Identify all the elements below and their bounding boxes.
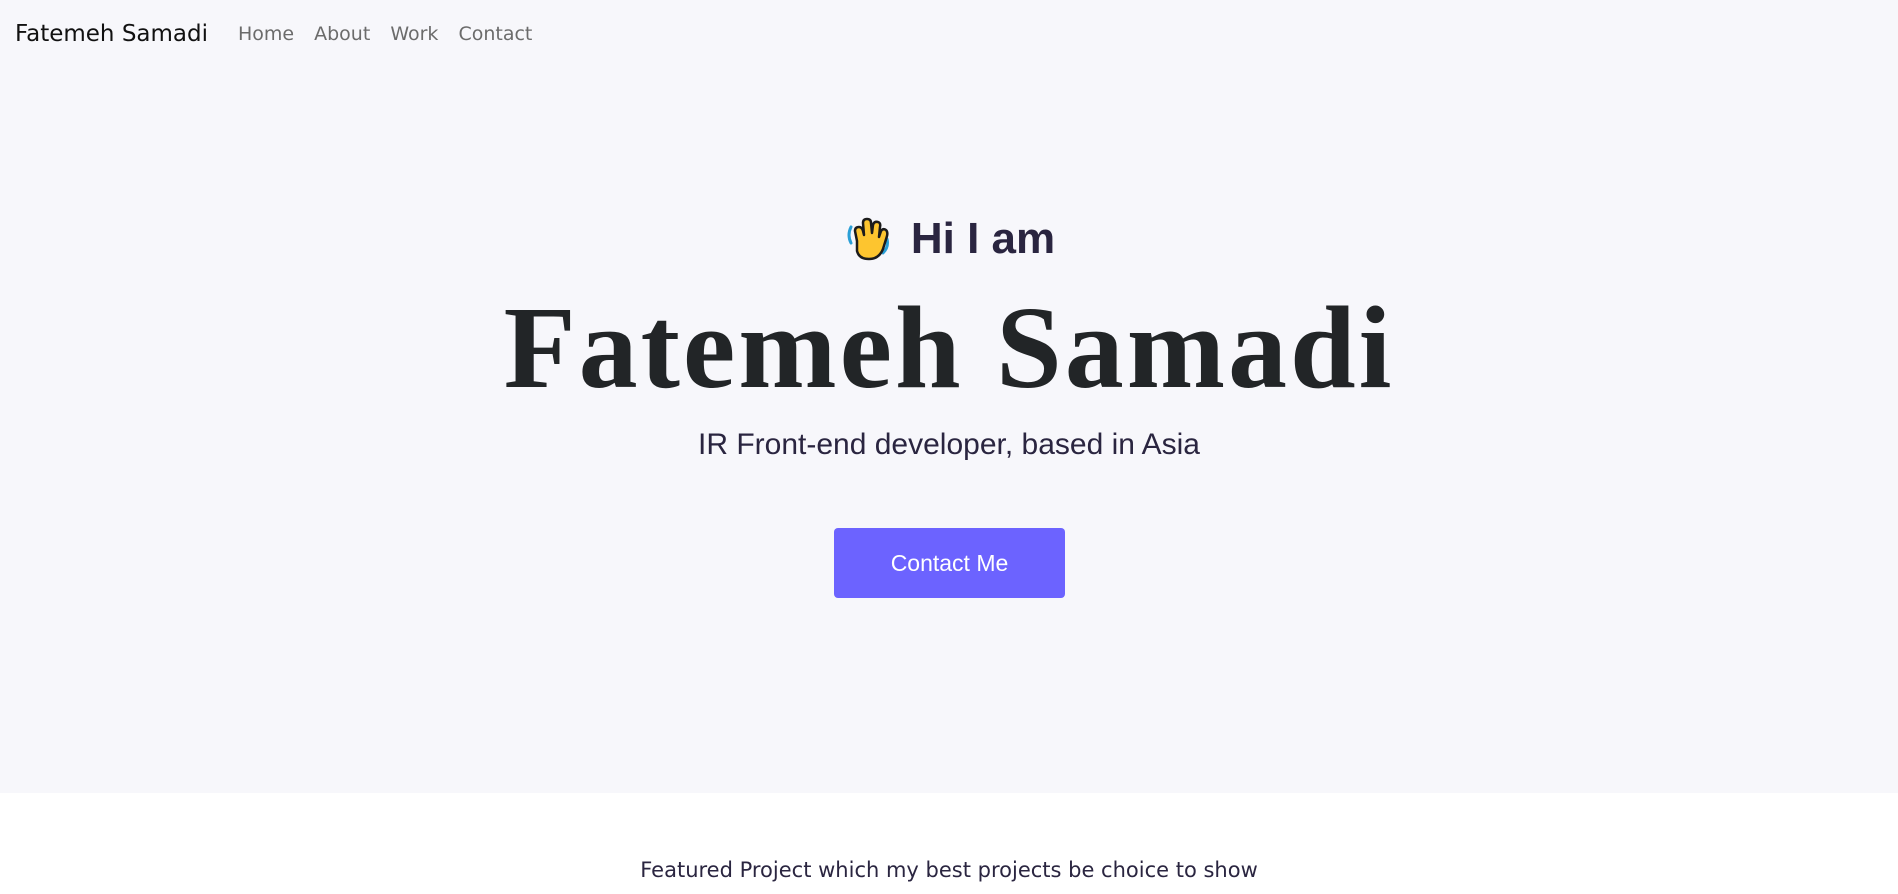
hero-subtitle: IR Front-end developer, based in Asia <box>698 428 1200 461</box>
nav-link-home[interactable]: Home <box>238 23 294 45</box>
nav-item-contact: Contact <box>458 23 532 45</box>
nav-item-work: Work <box>390 23 438 45</box>
nav-link-work[interactable]: Work <box>390 23 438 45</box>
waving-hand-icon <box>843 213 895 265</box>
contact-me-button[interactable]: Contact Me <box>834 528 1065 598</box>
hero-section: Hi I am Fatemeh Samadi IR Front-end deve… <box>0 68 1898 793</box>
featured-heading: Featured Project which my best projects … <box>640 858 1258 882</box>
nav-item-home: Home <box>238 23 294 45</box>
greeting-text: Hi I am <box>910 214 1056 263</box>
nav-link-about[interactable]: About <box>314 23 370 45</box>
hero-name: Fatemeh Samadi <box>503 282 1395 413</box>
nav-link-contact[interactable]: Contact <box>458 23 532 45</box>
brand-link[interactable]: Fatemeh Samadi <box>15 21 208 47</box>
nav-links: Home About Work Contact <box>238 23 532 45</box>
nav-item-about: About <box>314 23 370 45</box>
navbar: Fatemeh Samadi Home About Work Contact <box>0 0 1898 68</box>
greeting: Hi I am <box>0 213 1898 265</box>
